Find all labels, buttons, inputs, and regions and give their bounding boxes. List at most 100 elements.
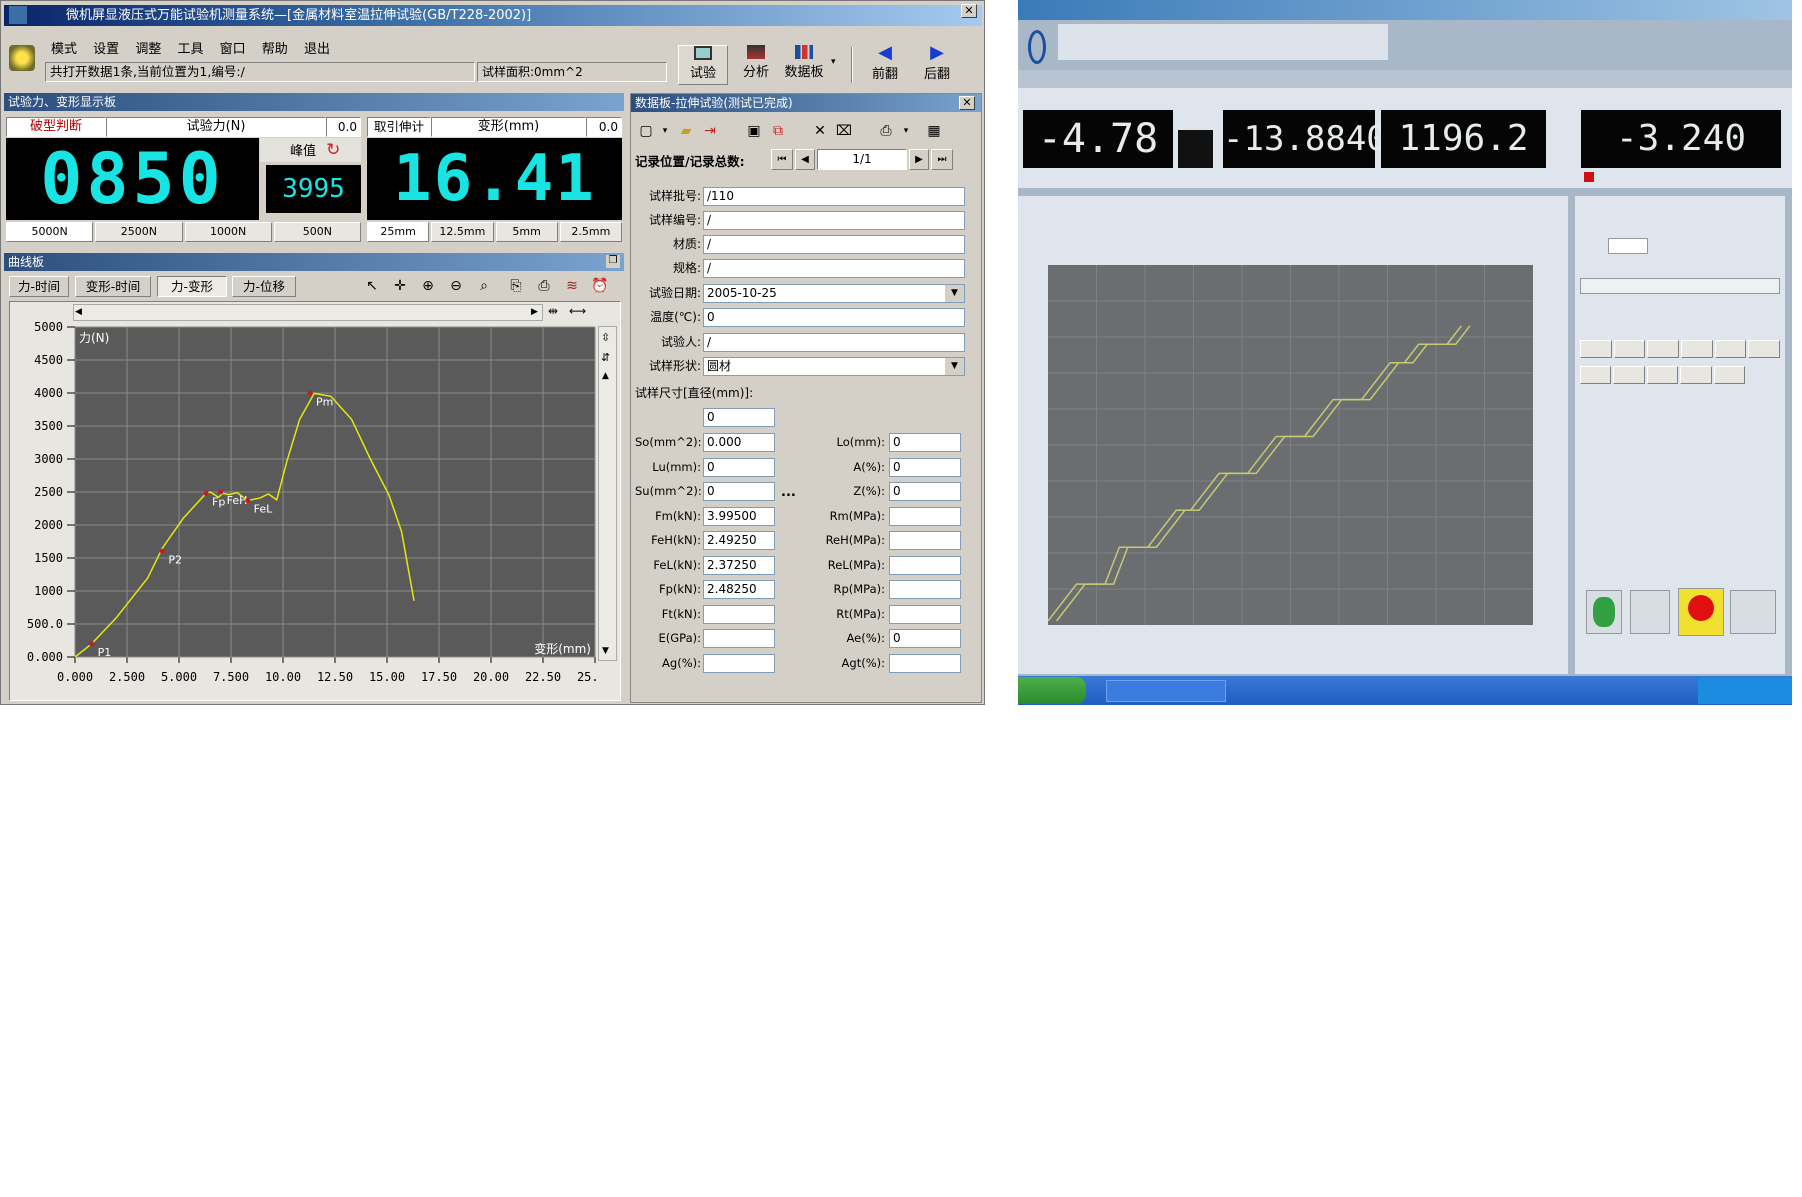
menu-adjust[interactable]: 调整 (135, 42, 161, 57)
tab-force-deform[interactable]: 力-变形 (157, 276, 227, 297)
prev-button[interactable]: ◀ 前翻 (863, 44, 907, 85)
date-dropdown-icon[interactable]: ▼ (945, 285, 964, 302)
copy-icon[interactable]: ⎘ (507, 277, 525, 295)
pointer-icon[interactable]: ↖ (363, 277, 381, 295)
deform-range-25[interactable]: 25mm (367, 222, 430, 242)
zoom-in-icon[interactable]: ⊕ (419, 277, 437, 295)
save-as-icon[interactable]: ⧉ (769, 122, 787, 140)
param-reh-field[interactable] (889, 531, 961, 550)
param-ae-field[interactable]: 0 (889, 629, 961, 648)
param-ft-field[interactable] (703, 604, 775, 624)
extensometer-label[interactable]: 取引伸计 (367, 117, 431, 137)
deform-range-5[interactable]: 5mm (495, 222, 558, 242)
up-down-button[interactable] (1630, 590, 1670, 634)
last-record-icon[interactable]: ⏭ (931, 149, 953, 170)
param-fm-field[interactable]: 3.99500 (703, 506, 775, 526)
new-dropdown-icon[interactable]: ▾ (656, 122, 674, 140)
speed-preset[interactable] (1681, 340, 1713, 358)
specimen-size-field[interactable]: 0 (703, 408, 775, 427)
force-range-500[interactable]: 500N (273, 222, 361, 242)
temperature-field[interactable]: 0 (703, 308, 965, 327)
import-icon[interactable]: ⇥ (701, 122, 719, 140)
param-rp-field[interactable] (889, 580, 961, 599)
exit-button[interactable] (1730, 590, 1776, 634)
specimen-no-field[interactable]: / (703, 211, 965, 230)
save-icon[interactable]: ▣ (745, 122, 763, 140)
printer-dropdown-icon[interactable]: ▾ (897, 122, 915, 140)
databoard-button[interactable]: 数据板 (779, 45, 829, 85)
menu-window[interactable]: 窗口 (220, 42, 246, 57)
more-button[interactable]: ... (781, 485, 796, 500)
close-icon[interactable]: ✕ (961, 4, 977, 18)
speed-preset[interactable] (1613, 366, 1645, 384)
speed-preset[interactable] (1713, 366, 1746, 384)
speed-preset[interactable] (1714, 340, 1747, 358)
speed-preset[interactable] (1613, 340, 1646, 358)
start-button[interactable] (1586, 590, 1622, 634)
batch-no-field[interactable]: /110 (703, 187, 965, 206)
expand-y-icon[interactable]: ⇵ (601, 351, 610, 364)
next-record-icon[interactable]: ▶ (909, 149, 929, 170)
analyze-button[interactable]: 分析 (734, 45, 778, 85)
zoom-fit-icon[interactable]: ⌕ (475, 277, 493, 295)
param-e-field[interactable] (703, 629, 775, 648)
scroll-down-icon[interactable]: ▼ (602, 646, 609, 656)
param-su-field[interactable]: 0 (703, 482, 775, 501)
speed-preset[interactable] (1580, 340, 1612, 358)
break-judge-label[interactable]: 破型判断 (6, 117, 106, 137)
zoom-out-icon[interactable]: ⊖ (447, 277, 465, 295)
tester-field[interactable]: / (703, 333, 965, 352)
delete-all-icon[interactable]: ⌧ (835, 122, 853, 140)
chart-hscroll[interactable] (73, 304, 543, 321)
test-button[interactable]: 试验 (678, 45, 728, 85)
printer-icon[interactable]: ⎙ (877, 122, 895, 140)
menu-tools[interactable]: 工具 (177, 42, 203, 57)
print-icon[interactable]: ⎙ (535, 277, 553, 295)
next-button[interactable]: ▶ 后翻 (915, 44, 959, 85)
start-menu-button[interactable] (1018, 677, 1086, 704)
param-rt-field[interactable] (889, 604, 961, 624)
speed-preset[interactable] (1580, 366, 1612, 384)
param-lu-field[interactable]: 0 (703, 457, 775, 477)
tab-deform-time[interactable]: 变形-时间 (75, 276, 151, 297)
shape-dropdown-icon[interactable]: ▼ (945, 358, 964, 375)
param-fel-field[interactable]: 2.37250 (703, 555, 775, 575)
param-z-field[interactable]: 0 (889, 482, 961, 501)
speed-preset[interactable] (1647, 340, 1680, 358)
menu-settings[interactable]: 设置 (93, 42, 119, 57)
param-agt-field[interactable] (889, 653, 961, 673)
restore-icon[interactable]: ❐ (606, 255, 620, 268)
grid-view-icon[interactable]: ▦ (925, 122, 943, 140)
speed-preset[interactable] (1646, 366, 1679, 384)
emergency-stop-button[interactable] (1678, 588, 1724, 636)
open-folder-icon[interactable]: ▰ (677, 122, 695, 140)
scroll-right-icon[interactable]: ▶ (531, 304, 538, 321)
test-date-field[interactable]: 2005-10-25 (703, 284, 965, 303)
force-range-1000[interactable]: 1000N (184, 222, 272, 242)
spec-field[interactable]: / (703, 259, 965, 278)
force-range-2500[interactable]: 2500N (95, 222, 183, 242)
crosshair-icon[interactable]: ✛ (391, 277, 409, 295)
param-fp-field[interactable]: 2.48250 (703, 580, 775, 599)
param-so-field[interactable]: 0.000 (703, 433, 775, 452)
deform-range-12-5[interactable]: 12.5mm (431, 222, 494, 242)
shape-select[interactable]: 圆材 (703, 357, 965, 376)
new-document-icon[interactable]: ▢ (637, 122, 655, 140)
scroll-left-icon[interactable]: ◀ (75, 304, 82, 321)
param-lo-field[interactable]: 0 (889, 433, 961, 452)
param-rm-field[interactable] (889, 506, 961, 526)
fit-y-icon[interactable]: ⇳ (601, 331, 610, 344)
menu-exit[interactable]: 退出 (304, 42, 330, 57)
tab-force-time[interactable]: 力-时间 (9, 276, 69, 297)
param-rel-field[interactable] (889, 555, 961, 575)
tab-force-displacement[interactable]: 力-位移 (232, 276, 296, 297)
material-field[interactable]: / (703, 235, 965, 254)
expand-x-icon[interactable]: ⟷ (569, 304, 586, 318)
speed-preset[interactable] (1748, 340, 1781, 358)
speed-slider[interactable] (1580, 278, 1780, 294)
menu-help[interactable]: 帮助 (262, 42, 288, 57)
fit-x-icon[interactable]: ⇹ (548, 304, 558, 318)
record-position-value[interactable]: 1/1 (817, 149, 907, 170)
speed-preset[interactable] (1680, 366, 1712, 384)
chart-settings-icon[interactable]: ≋ (563, 277, 581, 295)
